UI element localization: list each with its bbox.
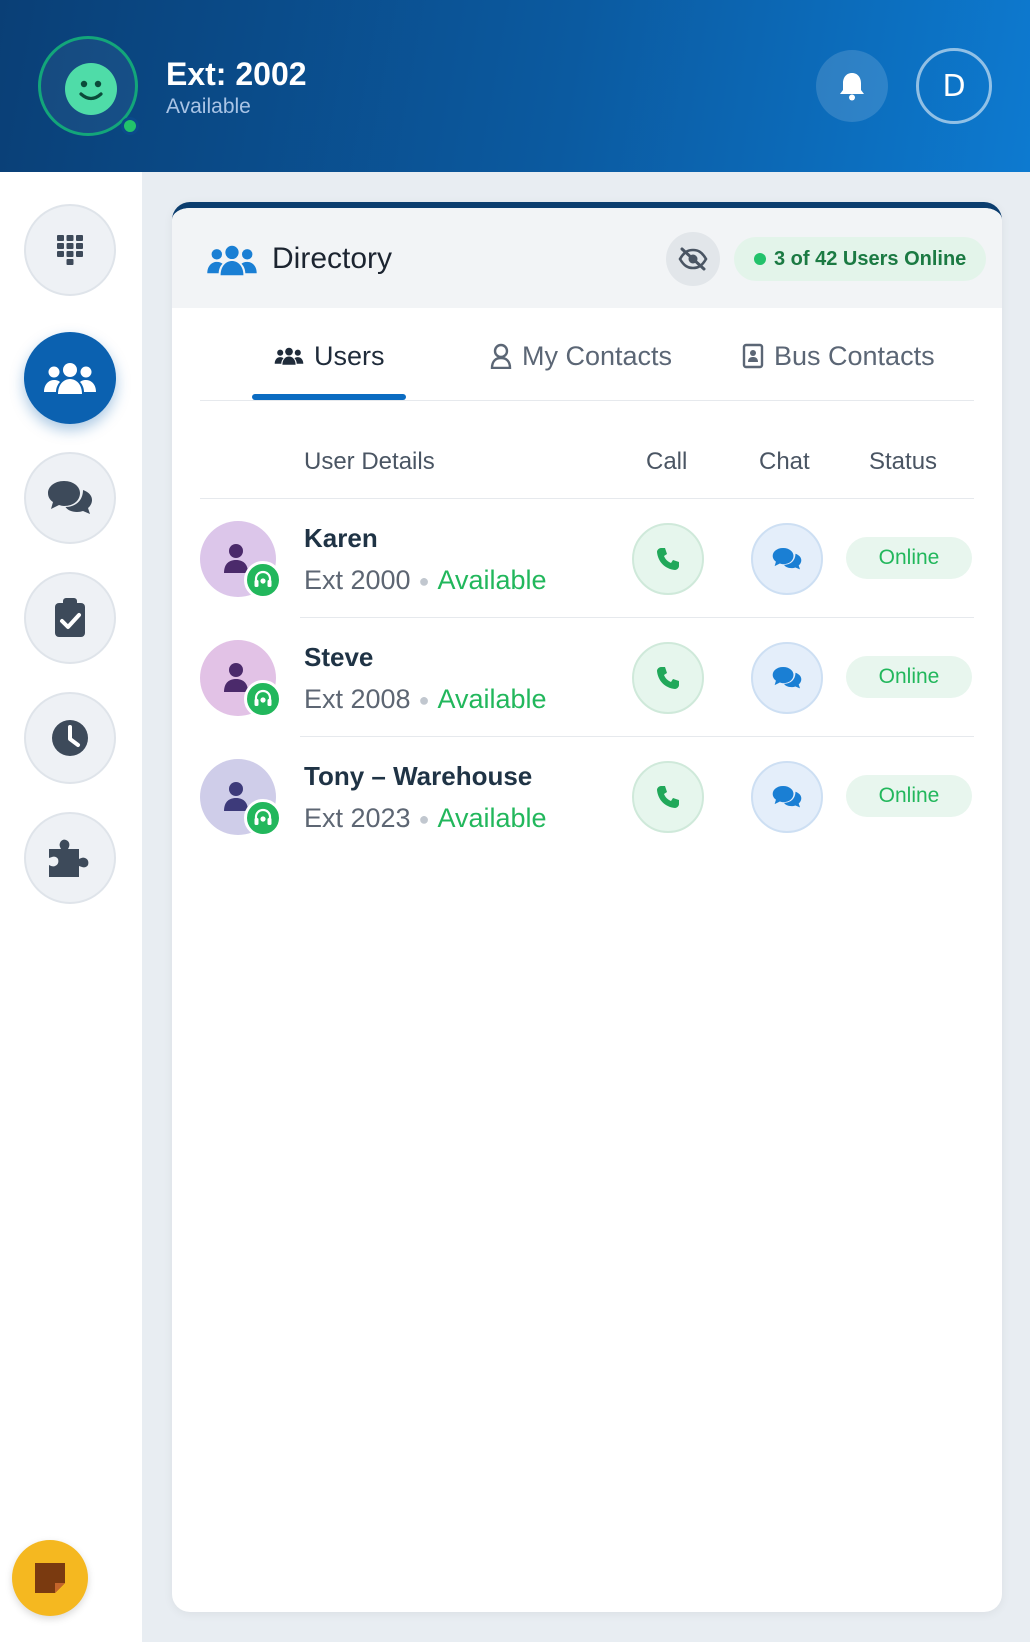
smiley-icon — [65, 63, 117, 115]
table-row[interactable]: Karen Ext 2000 ● Available Online — [172, 499, 1002, 618]
directory-title: Directory — [272, 242, 393, 275]
status-badge: Online — [846, 656, 972, 698]
phone-icon — [657, 786, 679, 808]
sidebar-item-directory[interactable] — [24, 332, 116, 424]
user-avatar-button[interactable]: D — [916, 48, 992, 124]
phone-icon — [657, 548, 679, 570]
chat-bubbles-icon — [772, 785, 802, 808]
user-name: Tony – Warehouse — [304, 761, 533, 791]
sidebar-item-tasks[interactable] — [24, 572, 116, 664]
bell-icon — [840, 73, 864, 101]
chat-bubbles-icon — [48, 481, 92, 514]
puzzle-icon — [49, 839, 89, 877]
headset-icon — [254, 808, 272, 825]
phone-icon — [657, 667, 679, 689]
users-icon — [44, 363, 96, 394]
online-dot — [754, 253, 766, 265]
column-status: Status — [869, 448, 938, 475]
status-badge: Online — [846, 775, 972, 817]
column-chat: Chat — [759, 448, 810, 475]
online-dot — [121, 117, 139, 135]
tab-bus-contacts-label: Bus Contacts — [774, 340, 935, 371]
app-header: Ext: 2002 Available D — [0, 0, 1030, 172]
column-user-details: User Details — [304, 448, 435, 475]
user-subtitle: Ext 2023 ● Available — [304, 803, 547, 834]
user-presence: Available — [437, 565, 547, 595]
column-call: Call — [646, 448, 688, 475]
user-extension: Ext 2023 — [304, 803, 411, 833]
dialpad-icon — [57, 235, 83, 265]
users-online-text: 3 of 42 Users Online — [774, 247, 967, 270]
user-extension: Ext 2000 — [304, 565, 411, 595]
sidebar — [0, 172, 142, 1642]
user-extension: Ext 2008 — [304, 684, 411, 714]
headset-icon — [254, 689, 272, 706]
headset-icon — [254, 570, 272, 587]
headset-badge — [244, 799, 282, 837]
sticky-note-icon — [35, 1563, 65, 1593]
extension-title: Ext: 2002 — [166, 56, 307, 92]
directory-header: Directory 3 of 42 Users Online — [172, 208, 1002, 308]
user-name: Steve — [304, 642, 374, 672]
presence-label: Available — [166, 95, 251, 118]
hide-offline-button[interactable] — [666, 232, 720, 286]
tab-bus-contacts[interactable]: Bus Contacts — [742, 336, 935, 376]
notifications-button[interactable] — [816, 50, 888, 122]
sidebar-item-history[interactable] — [24, 692, 116, 784]
chat-button[interactable] — [751, 761, 823, 833]
user-outline-icon — [490, 343, 512, 369]
status-badge: Online — [846, 537, 972, 579]
separator-dot: ● — [418, 690, 430, 711]
eye-slash-icon — [678, 247, 708, 271]
separator-dot: ● — [418, 809, 430, 830]
clock-icon — [52, 720, 88, 756]
separator-dot: ● — [418, 571, 430, 592]
user-subtitle: Ext 2000 ● Available — [304, 565, 547, 596]
user-subtitle: Ext 2008 ● Available — [304, 684, 547, 715]
users-online-badge: 3 of 42 Users Online — [734, 237, 987, 281]
call-button[interactable] — [632, 642, 704, 714]
sidebar-item-integrations[interactable] — [24, 812, 116, 904]
tabs-divider — [200, 400, 974, 401]
sticky-note-button[interactable] — [12, 1540, 88, 1616]
chat-button[interactable] — [751, 642, 823, 714]
user-presence: Available — [437, 803, 547, 833]
sidebar-item-dialpad[interactable] — [24, 204, 116, 296]
chat-bubbles-icon — [772, 666, 802, 689]
tab-my-contacts-label: My Contacts — [522, 340, 673, 371]
user-presence: Available — [437, 684, 547, 714]
users-icon — [274, 347, 304, 365]
call-button[interactable] — [632, 523, 704, 595]
tab-users[interactable]: Users — [274, 336, 385, 376]
address-book-icon — [742, 343, 764, 369]
directory-users-icon — [207, 245, 257, 276]
chat-button[interactable] — [751, 523, 823, 595]
tab-users-label: Users — [314, 340, 385, 371]
directory-panel: Directory 3 of 42 Users Online Users My … — [172, 202, 1002, 1612]
headset-badge — [244, 680, 282, 718]
headset-badge — [244, 561, 282, 599]
presence-indicator[interactable] — [38, 36, 139, 136]
sidebar-item-chat[interactable] — [24, 452, 116, 544]
chat-bubbles-icon — [772, 547, 802, 570]
tab-my-contacts[interactable]: My Contacts — [490, 336, 672, 376]
user-name: Karen — [304, 523, 378, 553]
table-row[interactable]: Tony – Warehouse Ext 2023 ● Available Onli… — [172, 737, 1002, 856]
call-button[interactable] — [632, 761, 704, 833]
table-row[interactable]: Steve Ext 2008 ● Available Online — [172, 618, 1002, 737]
clipboard-check-icon — [55, 598, 85, 637]
